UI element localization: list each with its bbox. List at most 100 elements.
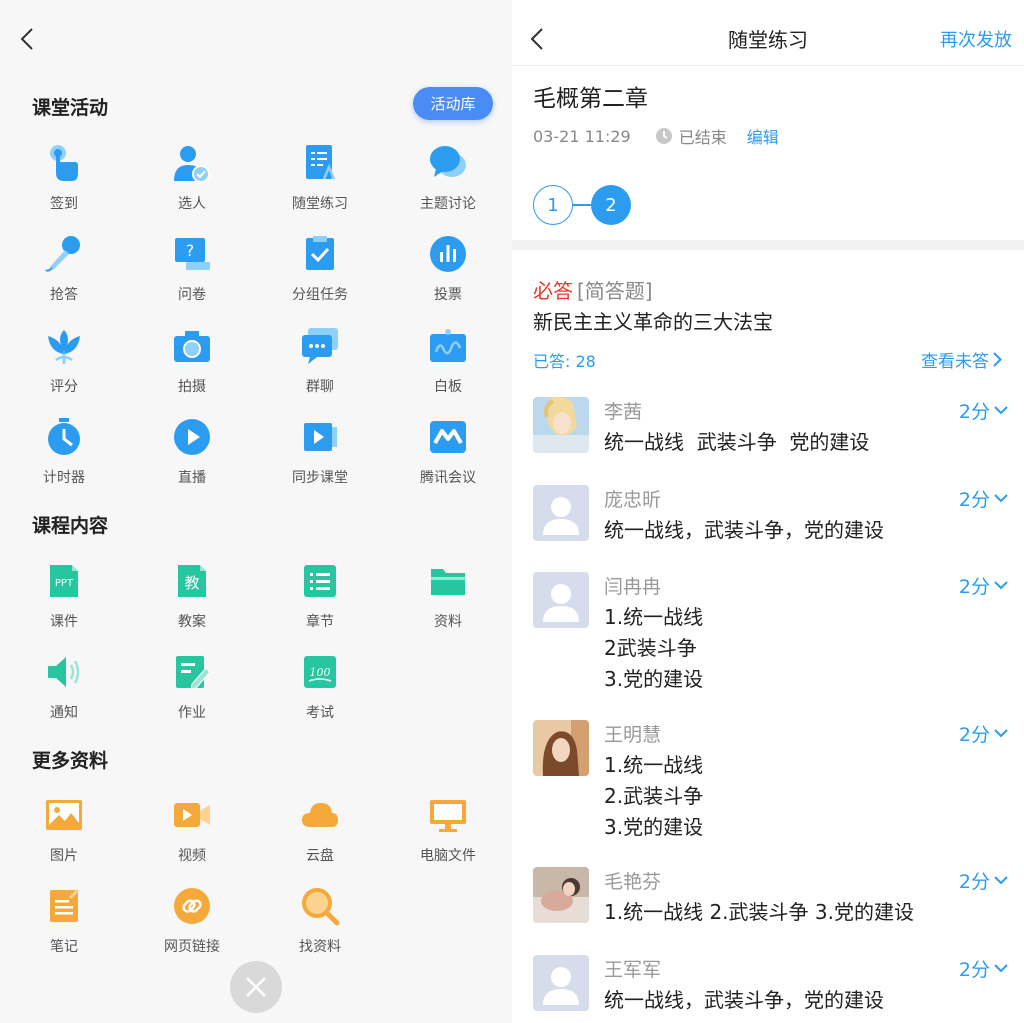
search-icon — [300, 886, 340, 926]
chat-bubbles-icon — [428, 143, 468, 183]
exercise-detail-panel: 随堂练习 再次发放 毛概第二章 03-21 11:29 已结束 编辑 1 2 必… — [512, 0, 1024, 1023]
close-button[interactable] — [230, 961, 282, 1013]
view-unanswered-link[interactable]: 查看未答 — [921, 347, 1002, 372]
content-notice[interactable]: 通知 — [9, 652, 119, 732]
activity-whiteboard[interactable]: 白板 — [393, 326, 503, 406]
avatar[interactable] — [533, 955, 589, 1011]
content-homework[interactable]: 作业 — [137, 652, 247, 732]
content-lesson-plan[interactable]: 教 教案 — [137, 561, 247, 641]
chevron-right-icon — [993, 352, 1002, 367]
whiteboard-icon — [428, 326, 468, 366]
answer-text: 统一战线，武装斗争，党的建设 — [604, 988, 884, 1012]
quiz-sheet-icon — [300, 143, 340, 183]
activity-in-class-quiz[interactable]: 随堂练习 — [265, 143, 375, 223]
link-icon — [172, 886, 212, 926]
default-avatar-icon — [543, 584, 579, 622]
activity-pick-person[interactable]: 选人 — [137, 143, 247, 223]
avatar[interactable] — [533, 720, 589, 776]
activity-tencent-meeting[interactable]: 腾讯会议 — [393, 417, 503, 497]
score-dropdown[interactable]: 2分 — [959, 720, 1008, 747]
activity-vote[interactable]: 投票 — [393, 234, 503, 314]
play-circle-icon — [172, 417, 212, 457]
monitor-icon — [428, 795, 468, 835]
activity-buzzer[interactable]: 抢答 — [9, 234, 119, 314]
student-name: 庞忠昕 — [604, 489, 662, 511]
score-dropdown[interactable]: 2分 — [959, 867, 1008, 894]
chevron-down-icon — [994, 876, 1008, 885]
svg-text:PPT: PPT — [55, 578, 74, 589]
activity-photograph[interactable]: 拍摄 — [137, 326, 247, 406]
content-exam[interactable]: 100 考试 — [265, 652, 375, 732]
question-type: 必答 [简答题] — [533, 275, 653, 304]
activity-sign-in[interactable]: 签到 — [9, 143, 119, 223]
content-courseware[interactable]: PPT 课件 — [9, 561, 119, 641]
lotus-icon — [44, 326, 84, 366]
pick-person-icon — [172, 143, 212, 183]
student-name: 毛艳芬 — [604, 871, 662, 893]
more-web-link[interactable]: 网页链接 — [137, 886, 247, 966]
student-name: 王明慧 — [604, 724, 662, 746]
section-title-more-materials: 更多资料 — [32, 750, 109, 772]
edit-link[interactable]: 编辑 — [747, 124, 779, 148]
bar-chart-icon — [428, 234, 468, 274]
activity-group-task[interactable]: 分组任务 — [265, 234, 375, 314]
activity-library-button[interactable]: 活动库 — [413, 87, 493, 120]
score-dropdown[interactable]: 2分 — [959, 572, 1008, 599]
speaker-icon — [44, 652, 84, 692]
activity-group-chat[interactable]: 群聊 — [265, 326, 375, 406]
score-dropdown[interactable]: 2分 — [959, 397, 1008, 424]
svg-text:?: ? — [186, 241, 195, 260]
content-materials[interactable]: 资料 — [393, 561, 503, 641]
activity-questionnaire[interactable]: ? 问卷 — [137, 234, 247, 314]
exam-100-icon: 100 — [300, 652, 340, 692]
page-2-button[interactable]: 2 — [591, 185, 631, 225]
activity-sync-class[interactable]: 同步课堂 — [265, 417, 375, 497]
answer-text: 1.统一战线 2.武装斗争 3.党的建设 — [604, 753, 704, 839]
camera-icon — [172, 326, 212, 366]
microphone-icon — [44, 234, 84, 274]
default-avatar-icon — [543, 967, 579, 1005]
answered-count: 已答: 28 — [533, 352, 596, 371]
avatar[interactable] — [533, 485, 589, 541]
score-dropdown[interactable]: 2分 — [959, 485, 1008, 512]
tencent-meeting-icon — [428, 417, 468, 457]
score-dropdown[interactable]: 2分 — [959, 955, 1008, 982]
activity-topic-discussion[interactable]: 主题讨论 — [393, 143, 503, 223]
more-notes[interactable]: 笔记 — [9, 886, 119, 966]
svg-text:100: 100 — [310, 666, 331, 679]
lesson-plan-icon: 教 — [172, 561, 212, 601]
activity-rating[interactable]: 评分 — [9, 326, 119, 406]
clock-icon — [655, 128, 672, 144]
section-title-course-content: 课程内容 — [32, 515, 109, 537]
tap-hand-icon — [44, 143, 84, 183]
student-name: 闫冉冉 — [604, 576, 662, 598]
required-tag: 必答 — [533, 279, 573, 303]
avatar[interactable] — [533, 867, 589, 923]
student-name: 李茜 — [604, 401, 643, 423]
section-divider — [512, 240, 1024, 250]
student-name: 王军军 — [604, 959, 662, 981]
question-kind: [简答题] — [577, 279, 653, 303]
avatar[interactable] — [533, 572, 589, 628]
more-find-materials[interactable]: 找资料 — [265, 886, 375, 966]
more-images[interactable]: 图片 — [9, 795, 119, 875]
avatar[interactable] — [533, 397, 589, 453]
chevron-down-icon — [994, 729, 1008, 738]
activity-timer[interactable]: 计时器 — [9, 417, 119, 497]
page-1-button[interactable]: 1 — [533, 185, 573, 225]
video-icon — [172, 795, 212, 835]
folder-icon — [428, 561, 468, 601]
activity-panel: 课堂活动 活动库 签到 选人 随堂练习 主题讨论 抢答 ? 问卷 分组任务 投票… — [0, 0, 512, 1023]
more-video[interactable]: 视频 — [137, 795, 247, 875]
chevron-down-icon — [994, 964, 1008, 973]
image-icon — [44, 795, 84, 835]
exercise-title: 毛概第二章 — [533, 86, 648, 112]
redistribute-button[interactable]: 再次发放 — [940, 26, 1012, 52]
more-computer-files[interactable]: 电脑文件 — [393, 795, 503, 875]
activity-live[interactable]: 直播 — [137, 417, 247, 497]
content-chapters[interactable]: 章节 — [265, 561, 375, 641]
back-button-left[interactable] — [12, 24, 42, 54]
more-cloud-drive[interactable]: 云盘 — [265, 795, 375, 875]
answer-text: 统一战线 武装斗争 党的建设 — [604, 430, 870, 454]
sync-class-icon — [300, 417, 340, 457]
